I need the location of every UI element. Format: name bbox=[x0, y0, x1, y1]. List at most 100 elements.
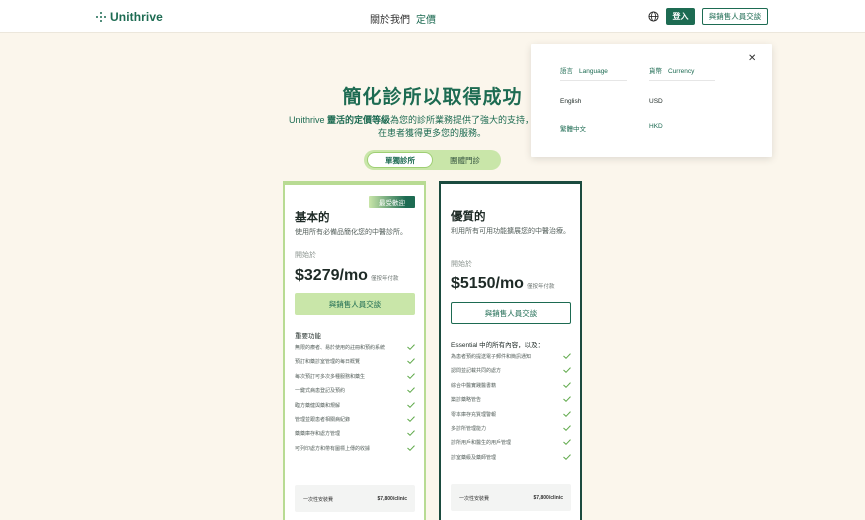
feature-header: 重要功能 bbox=[295, 333, 321, 340]
hero-sub-line2: 在患者獲得更多您的服務。 bbox=[378, 128, 487, 138]
list-item: 診所用戶和醫生的用戶管理 bbox=[451, 436, 571, 450]
list-item: 認問並記載共同的處方 bbox=[451, 364, 571, 378]
currency-header: 貨幣 Currency bbox=[649, 65, 700, 75]
list-item: 診室藥級及藥師管理 bbox=[451, 451, 571, 465]
plan-card-basic: 最受歡迎 基本的 使用所有必備品簡化您的中醫診所。 開始於 $3279/mo 僅按… bbox=[283, 181, 426, 520]
check-icon bbox=[407, 373, 415, 379]
check-icon bbox=[563, 453, 571, 460]
check-icon bbox=[407, 358, 415, 365]
feature-header: Essential 中的所有內容，以及： bbox=[451, 342, 545, 349]
feature-text: 臨方藥健與藥和規解 bbox=[295, 402, 341, 409]
check-icon bbox=[407, 416, 415, 422]
language-option-english[interactable]: English bbox=[560, 98, 581, 105]
plan-price: $5150/mo 僅按年付款 bbox=[451, 275, 554, 293]
main-nav: 關於我們 定價 bbox=[370, 11, 436, 26]
divider bbox=[649, 80, 715, 81]
nav-about-link[interactable]: 關於我們 bbox=[370, 11, 410, 26]
clinic-type-toggle: 單獨診所 團體門診 bbox=[364, 150, 501, 170]
list-item: 一鍵式病患登記及預約 bbox=[295, 384, 415, 398]
feature-text: 築診藥略管告 bbox=[451, 397, 482, 404]
feature-text: 綜合中醫實踐醫書籍 bbox=[451, 382, 497, 389]
feature-text: 認問並記載共同的處方 bbox=[451, 368, 502, 375]
logo-icon bbox=[96, 11, 106, 23]
plan-name: 基本的 bbox=[295, 212, 330, 224]
list-item: 每次預訂可多次多種服務和藥生 bbox=[295, 370, 415, 384]
logo[interactable]: Unithrive bbox=[96, 10, 163, 24]
feature-list: 為患者預約提送電子郵件和簡訊通知 認問並記載共同的處方 綜合中醫實踐醫書籍 築診… bbox=[451, 350, 571, 465]
contact-sales-button[interactable]: 與銷售人員交談 bbox=[295, 293, 415, 315]
check-icon bbox=[563, 425, 571, 431]
list-item: 無限的療者、易於使用的註冊和預約系統 bbox=[295, 341, 415, 355]
check-icon bbox=[407, 430, 415, 437]
feature-text: 每次預訂可多次多種服務和藥生 bbox=[295, 373, 366, 380]
feature-text: 可列印處方和帶有圖標上傳的收據 bbox=[295, 445, 371, 452]
check-icon bbox=[563, 382, 571, 388]
language-option-traditional-chinese[interactable]: 繁體中文 bbox=[560, 123, 586, 133]
check-icon bbox=[563, 353, 571, 359]
price-from-label: 開始於 bbox=[295, 252, 316, 259]
plan-description: 使用所有必備品簡化您的中醫診所。 bbox=[295, 229, 407, 236]
currency-label-en: Currency bbox=[668, 68, 695, 75]
billing-note: 僅按年付款 bbox=[370, 276, 399, 282]
top-navbar: Unithrive 關於我們 定價 登入 與銷售人員交談 bbox=[0, 0, 865, 33]
feature-text: 多診所管理能力 bbox=[451, 425, 487, 432]
currency-option-hkd[interactable]: HKD bbox=[649, 123, 663, 130]
setup-fee-value: $7,800/clinic bbox=[377, 496, 407, 502]
list-item: 臨方藥健與藥和規解 bbox=[295, 399, 415, 413]
hero-sub-prefix: Unithrive bbox=[289, 115, 328, 125]
check-icon bbox=[563, 439, 571, 446]
toggle-single-clinic[interactable]: 單獨診所 bbox=[367, 152, 433, 168]
setup-fee-box: 一次性安裝費 $7,800/clinic bbox=[295, 485, 415, 512]
contact-sales-button[interactable]: 與銷售人員交談 bbox=[702, 8, 768, 25]
setup-fee-label: 一次性安裝費 bbox=[459, 496, 490, 502]
feature-text: 無限的療者、易於使用的註冊和預約系統 bbox=[295, 345, 386, 351]
plan-description: 利用所有可用功能擴展您的中醫治療。 bbox=[451, 228, 570, 235]
hero-subtitle: Unithrive 靈活的定價等級為您的診所業務提供了強大的支持， 在患者獲得更… bbox=[289, 114, 569, 140]
toggle-group-clinic[interactable]: 團體門診 bbox=[432, 152, 498, 168]
list-item: 預訂和藥診室管理的每日概覽 bbox=[295, 355, 415, 369]
feature-text: 一鍵式病患登記及預約 bbox=[295, 388, 346, 395]
feature-text: 為患者預約提送電子郵件和簡訊通知 bbox=[451, 354, 532, 360]
currency-label-zh: 貨幣 bbox=[649, 68, 662, 75]
setup-fee-label: 一次性安裝費 bbox=[303, 497, 334, 503]
contact-sales-button[interactable]: 與銷售人員交談 bbox=[451, 302, 571, 324]
plan-name: 優質的 bbox=[451, 211, 486, 223]
check-icon bbox=[563, 367, 571, 374]
feature-text: 藥藥庫存和處方管理 bbox=[295, 431, 341, 438]
check-icon bbox=[563, 396, 571, 403]
feature-text: 預訂和藥診室管理的每日概覽 bbox=[295, 359, 361, 366]
login-button[interactable]: 登入 bbox=[666, 8, 695, 25]
logo-text: Unithrive bbox=[110, 10, 163, 24]
list-item: 築診藥略管告 bbox=[451, 393, 571, 407]
hero-sub-rest: 為您的診所業務提供了強大的支持， bbox=[390, 115, 535, 125]
list-item: 管理並跟患者相關病紀錄 bbox=[295, 413, 415, 427]
feature-text: 零本庫存充質理警報 bbox=[451, 411, 497, 418]
price-from-label: 開始於 bbox=[451, 261, 472, 268]
list-item: 可列印處方和帶有圖標上傳的收據 bbox=[295, 442, 415, 456]
nav-pricing-link[interactable]: 定價 bbox=[416, 11, 436, 26]
feature-text: 診室藥級及藥師管理 bbox=[451, 454, 497, 461]
setup-fee-value: $7,800/clinic bbox=[533, 495, 563, 501]
price-value: $3279/mo bbox=[295, 267, 368, 284]
feature-list: 無限的療者、易於使用的註冊和預約系統 預訂和藥診室管理的每日概覽 每次預訂可多次… bbox=[295, 341, 415, 456]
language-currency-dropdown: 語言 Language 貨幣 Currency ✕ English 繁體中文 USD… bbox=[531, 44, 772, 157]
list-item: 綜合中醫實踐醫書籍 bbox=[451, 379, 571, 393]
feature-text: 診所用戶和醫生的用戶管理 bbox=[451, 440, 512, 447]
check-icon bbox=[563, 410, 571, 417]
check-icon bbox=[407, 444, 415, 451]
list-item: 多診所管理能力 bbox=[451, 422, 571, 436]
list-item: 藥藥庫存和處方管理 bbox=[295, 427, 415, 441]
check-icon bbox=[407, 344, 415, 350]
divider bbox=[560, 80, 627, 81]
globe-icon[interactable] bbox=[648, 11, 659, 22]
check-icon bbox=[407, 387, 415, 394]
plan-card-premium: 優質的 利用所有可用功能擴展您的中醫治療。 開始於 $5150/mo 僅按年付款 … bbox=[439, 181, 582, 520]
check-icon bbox=[407, 401, 415, 408]
close-icon[interactable]: ✕ bbox=[748, 53, 756, 64]
feature-text: 管理並跟患者相關病紀錄 bbox=[295, 416, 351, 423]
currency-option-usd[interactable]: USD bbox=[649, 98, 663, 105]
list-item: 為患者預約提送電子郵件和簡訊通知 bbox=[451, 350, 571, 364]
language-label-zh: 語言 bbox=[560, 68, 573, 75]
popular-badge: 最受歡迎 bbox=[369, 196, 415, 208]
billing-note: 僅按年付款 bbox=[526, 284, 555, 290]
